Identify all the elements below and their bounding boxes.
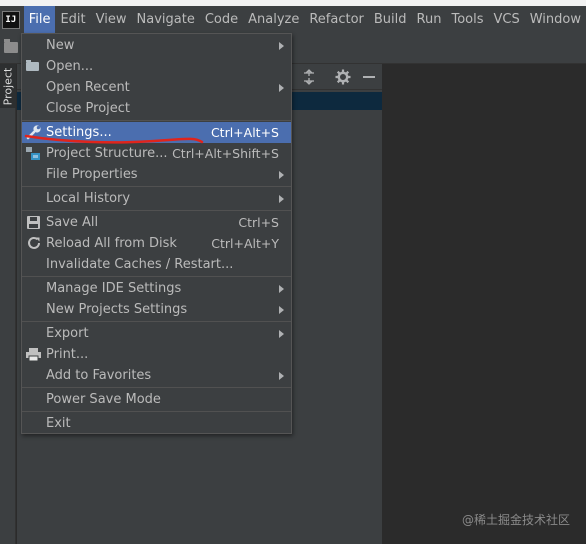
submenu-arrow-icon — [279, 84, 284, 92]
submenu-arrow-icon — [279, 42, 284, 50]
file-menu-reload-all[interactable]: Reload All from Disk Ctrl+Alt+Y — [22, 233, 291, 254]
submenu-arrow-icon — [279, 171, 284, 179]
submenu-arrow-icon — [279, 372, 284, 380]
main-menu-bar: IJ File Edit View Navigate Code Analyze … — [0, 6, 586, 34]
menu-edit[interactable]: Edit — [55, 6, 90, 34]
menu-separator — [22, 411, 291, 412]
menu-separator — [22, 276, 291, 277]
file-menu-print[interactable]: Print... — [22, 344, 291, 365]
menu-item-label: Exit — [46, 416, 71, 431]
menu-view[interactable]: View — [91, 6, 132, 34]
menu-item-label: Save All — [46, 215, 99, 230]
menu-separator — [22, 387, 291, 388]
file-menu-save-all[interactable]: Save All Ctrl+S — [22, 212, 291, 233]
project-folder-icon[interactable] — [4, 39, 18, 53]
project-tab-label: Project — [1, 67, 15, 106]
submenu-arrow-icon — [279, 285, 284, 293]
menu-item-shortcut: Ctrl+Alt+S — [210, 125, 279, 140]
menu-file[interactable]: File — [23, 6, 56, 34]
submenu-arrow-icon — [279, 306, 284, 314]
menu-item-label: Manage IDE Settings — [46, 281, 182, 296]
file-menu-file-properties[interactable]: File Properties — [22, 164, 291, 185]
menu-item-label: Open... — [46, 59, 94, 74]
menu-item-label: Open Recent — [46, 80, 130, 95]
menu-analyze[interactable]: Analyze — [243, 6, 304, 34]
file-menu-export[interactable]: Export — [22, 323, 291, 344]
file-menu-manage-ide-settings[interactable]: Manage IDE Settings — [22, 278, 291, 299]
menu-item-label: Local History — [46, 191, 131, 206]
menu-item-label: New — [46, 38, 75, 53]
menu-separator — [22, 210, 291, 211]
menu-item-label: Invalidate Caches / Restart... — [46, 257, 234, 272]
menu-item-label: New Projects Settings — [46, 302, 188, 317]
file-menu-close-project[interactable]: Close Project — [22, 98, 291, 119]
menu-item-shortcut: Ctrl+Alt+Y — [211, 236, 279, 251]
file-menu-new-projects-settings[interactable]: New Projects Settings — [22, 299, 291, 320]
gear-icon[interactable] — [334, 68, 352, 86]
submenu-arrow-icon — [279, 330, 284, 338]
print-icon — [26, 348, 41, 362]
file-menu-open-recent[interactable]: Open Recent — [22, 77, 291, 98]
menu-window[interactable]: Window — [525, 6, 586, 34]
menu-tools[interactable]: Tools — [446, 6, 488, 34]
red-underline-annotation — [24, 134, 204, 144]
file-menu-invalidate-caches[interactable]: Invalidate Caches / Restart... — [22, 254, 291, 275]
collapse-all-icon[interactable] — [300, 68, 318, 86]
reload-icon — [26, 235, 42, 251]
file-menu-exit[interactable]: Exit — [22, 413, 291, 434]
menu-item-label: Export — [46, 326, 89, 341]
menu-refactor[interactable]: Refactor — [304, 6, 369, 34]
watermark-text: @稀土掘金技术社区 — [461, 513, 570, 527]
menu-separator — [22, 321, 291, 322]
menu-navigate[interactable]: Navigate — [132, 6, 200, 34]
editor-area — [382, 64, 586, 544]
menu-item-label: Close Project — [46, 101, 131, 116]
menu-item-label: Add to Favorites — [46, 368, 152, 383]
menu-item-label: Power Save Mode — [46, 392, 161, 407]
file-menu-local-history[interactable]: Local History — [22, 188, 291, 209]
folder-icon — [26, 60, 39, 71]
file-menu-new[interactable]: New — [22, 35, 291, 56]
submenu-arrow-icon — [279, 195, 284, 203]
file-menu-dropdown: New Open... Open Recent Close Project Se… — [21, 33, 292, 434]
intellij-logo-icon: IJ — [2, 11, 20, 29]
menu-vcs[interactable]: VCS — [489, 6, 525, 34]
menu-item-label: Reload All from Disk — [46, 236, 177, 251]
save-icon — [27, 216, 40, 229]
file-menu-power-save-mode[interactable]: Power Save Mode — [22, 389, 291, 410]
hide-panel-icon[interactable] — [360, 68, 378, 86]
menu-item-shortcut: Ctrl+S — [238, 215, 279, 230]
file-menu-open[interactable]: Open... — [22, 56, 291, 77]
menu-build[interactable]: Build — [369, 6, 412, 34]
menu-code[interactable]: Code — [200, 6, 243, 34]
menu-separator — [22, 120, 291, 121]
left-tool-window-strip: Project — [0, 64, 16, 544]
menu-run[interactable]: Run — [412, 6, 447, 34]
menu-item-label: Print... — [46, 347, 89, 362]
file-menu-add-to-favorites[interactable]: Add to Favorites — [22, 365, 291, 386]
menu-item-label: File Properties — [46, 167, 138, 182]
menu-separator — [22, 186, 291, 187]
project-tool-tab[interactable]: Project — [0, 64, 16, 108]
